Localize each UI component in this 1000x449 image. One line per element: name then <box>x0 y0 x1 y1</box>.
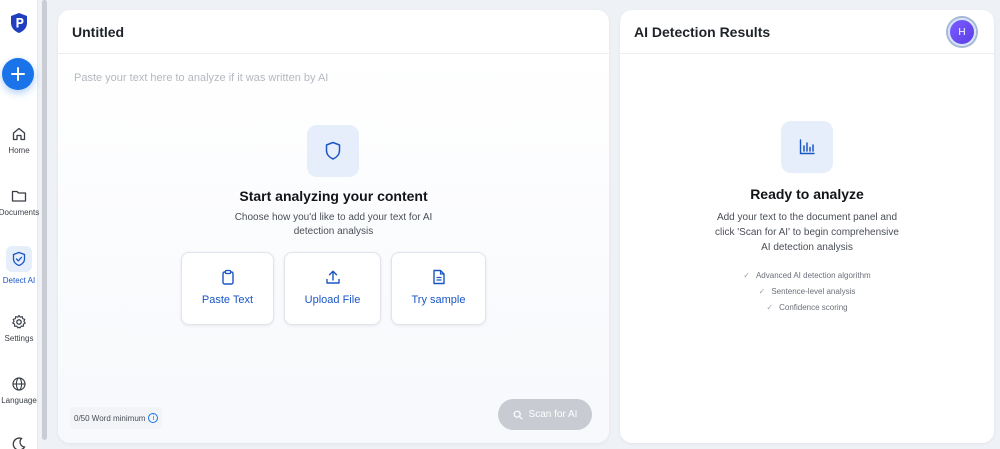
plus-icon <box>11 67 25 81</box>
try-sample-button[interactable]: Try sample <box>391 252 486 325</box>
upload-icon <box>325 270 340 284</box>
sidebar: Home Documents Detect AI Settings Langua… <box>0 0 39 449</box>
sidebar-item-label: Documents <box>0 208 40 217</box>
check-icon: ✓ <box>758 287 766 296</box>
sidebar-item-documents[interactable]: Documents <box>0 188 39 217</box>
clipboard-icon <box>221 269 234 285</box>
empty-state-subtitle: Choose how you'd like to add your text f… <box>234 212 433 237</box>
sidebar-item-label: Home <box>8 146 30 155</box>
gear-icon <box>12 314 26 329</box>
word-count-text: 0/50 Word minimum <box>74 413 146 423</box>
feature-item: ✓ Advanced AI detection algorithm <box>620 271 994 280</box>
moon-icon <box>12 437 26 449</box>
bar-chart-icon <box>799 139 815 155</box>
theme-toggle[interactable] <box>0 436 38 449</box>
new-document-button[interactable] <box>2 58 34 90</box>
empty-state-title: Start analyzing your content <box>239 188 428 204</box>
scan-for-ai-button[interactable]: Scan for AI <box>498 399 592 430</box>
paste-text-button[interactable]: Paste Text <box>181 252 274 325</box>
document-footer: 0/50 Word minimum i Scan for AI <box>58 395 609 443</box>
ready-title: Ready to analyze <box>750 186 864 202</box>
globe-icon <box>12 377 26 391</box>
info-icon[interactable]: i <box>148 413 159 423</box>
check-icon: ✓ <box>766 303 774 312</box>
search-icon <box>513 410 523 420</box>
document-panel: Untitled Paste your text here to analyze… <box>58 10 609 443</box>
sidebar-item-language[interactable]: Language <box>0 376 38 405</box>
file-text-icon <box>432 269 445 285</box>
sidebar-item-label: Settings <box>4 334 34 343</box>
results-empty-tile <box>781 121 833 173</box>
document-title[interactable]: Untitled <box>58 10 609 54</box>
text-input-placeholder: Paste your text here to analyze if it wa… <box>74 72 329 84</box>
sidebar-item-settings[interactable]: Settings <box>0 314 38 343</box>
sidebar-scrollbar[interactable] <box>42 0 47 440</box>
results-title: AI Detection Results <box>620 10 994 54</box>
feature-item: ✓ Sentence-level analysis <box>620 287 994 296</box>
sidebar-item-label: Detect AI <box>2 276 36 285</box>
feature-text: Sentence-level analysis <box>771 287 856 296</box>
paste-text-label: Paste Text <box>201 294 254 306</box>
shield-icon <box>325 141 341 160</box>
feature-text: Confidence scoring <box>779 303 848 312</box>
word-count-indicator: 0/50 Word minimum i <box>70 407 163 429</box>
scan-for-ai-label: Scan for AI <box>528 409 578 420</box>
ready-subtitle: Add your text to the document panel and … <box>715 212 899 253</box>
results-panel: AI Detection Results H Ready to analyze … <box>620 10 994 443</box>
sidebar-item-home[interactable]: Home <box>0 126 38 155</box>
check-icon: ✓ <box>743 271 750 280</box>
brand-shield-logo[interactable] <box>9 12 29 34</box>
sidebar-item-detect-ai[interactable]: Detect AI <box>0 246 38 285</box>
folder-icon <box>11 190 27 202</box>
home-icon <box>12 127 26 141</box>
try-sample-label: Try sample <box>411 294 466 306</box>
empty-state-tile <box>307 125 359 177</box>
upload-file-button[interactable]: Upload File <box>284 252 381 325</box>
feature-text: Advanced AI detection algorithm <box>755 271 871 280</box>
feature-item: ✓ Confidence scoring <box>620 303 994 312</box>
sidebar-item-label: Language <box>1 396 37 405</box>
upload-file-label: Upload File <box>304 294 361 306</box>
avatar[interactable]: H <box>948 18 976 46</box>
shield-check-icon <box>12 251 26 267</box>
